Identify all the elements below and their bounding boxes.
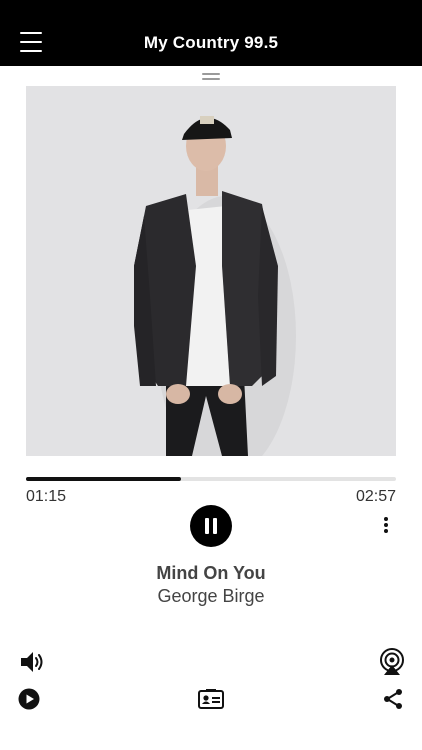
- time-elapsed: 01:15: [26, 488, 67, 505]
- artist-name: George Birge: [157, 586, 265, 606]
- contact-card-icon[interactable]: [198, 688, 224, 710]
- drag-handle-icon[interactable]: [202, 73, 220, 81]
- volume-icon[interactable]: [19, 650, 45, 674]
- album-artwork: [26, 86, 396, 456]
- now-playing-screen: My Country 99.5 01:15 02:57 Mind On You …: [0, 0, 422, 750]
- airplay-broadcast-icon[interactable]: [378, 648, 406, 676]
- pause-button[interactable]: [190, 505, 232, 547]
- time-total: 02:57: [355, 488, 396, 505]
- progress-fill: [26, 477, 182, 481]
- play-circle-icon[interactable]: [18, 688, 40, 710]
- station-title: My Country 99.5: [143, 33, 279, 52]
- song-title: Mind On You: [156, 563, 266, 583]
- share-icon[interactable]: [382, 688, 404, 710]
- more-options-icon[interactable]: [380, 517, 392, 535]
- progress-bar[interactable]: [26, 477, 396, 481]
- app-header: My Country 99.5: [0, 0, 422, 66]
